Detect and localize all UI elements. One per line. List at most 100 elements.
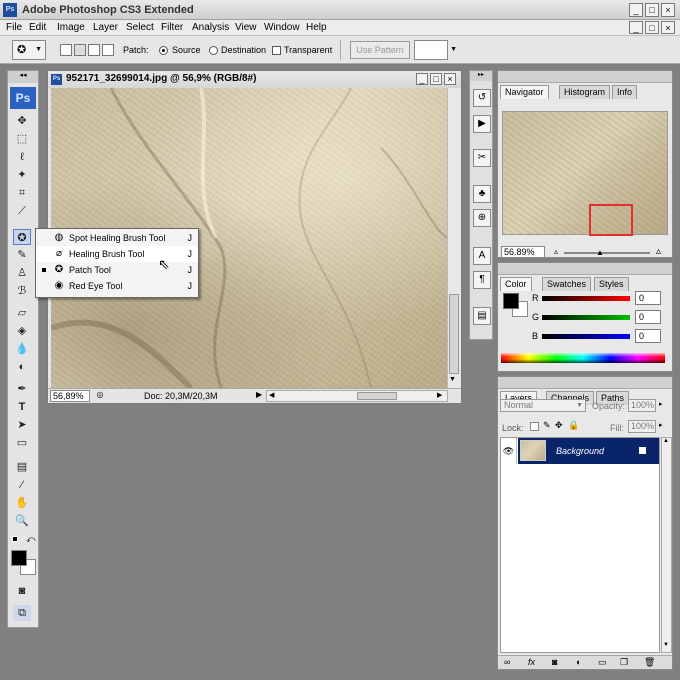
eye-icon[interactable]: 👁 [501, 438, 517, 464]
actions-palette-icon[interactable]: ▶ [473, 115, 491, 133]
red-value[interactable]: 0 [635, 291, 661, 305]
new-layer-icon[interactable]: ❐ [620, 657, 628, 668]
link-layers-icon[interactable]: ∞ [504, 657, 510, 667]
patch-tool-icon[interactable]: ✪ [13, 229, 31, 245]
brush-tool-icon[interactable]: ✎ [13, 247, 31, 263]
panel-grip[interactable] [498, 263, 672, 275]
maximize-button[interactable]: □ [645, 3, 659, 17]
use-pattern-button[interactable]: Use Pattern [350, 41, 410, 59]
panel-grip[interactable] [498, 377, 672, 389]
tool-preset-picker[interactable]: ✪ ▼ [12, 40, 46, 60]
doc-window-close-button[interactable]: × [444, 73, 456, 85]
toolbox-grip[interactable]: ◂◂ [8, 71, 38, 83]
zoom-tool-icon[interactable]: 🔍 [13, 513, 31, 529]
transparent-checkbox[interactable] [272, 46, 281, 55]
zoom-field[interactable]: 56,89% [50, 390, 90, 402]
layer-style-icon[interactable]: fx [528, 657, 535, 667]
scroll-up-icon[interactable]: ▲ [663, 438, 669, 444]
flyout-item-red-eye[interactable]: ◉ Red Eye Tool J [36, 278, 198, 294]
new-group-icon[interactable]: ▭ [598, 657, 607, 668]
lock-position-icon[interactable]: ✥ [555, 420, 563, 431]
scroll-left-icon[interactable]: ◀ [269, 391, 274, 399]
paint-bucket-tool-icon[interactable]: ◈ [13, 323, 31, 339]
delete-layer-icon[interactable]: 🗑 [644, 657, 655, 668]
zoom-out-icon[interactable]: ▵ [554, 247, 558, 256]
add-selection-icon[interactable] [74, 44, 86, 56]
doc-minimize-button[interactable]: _ [629, 21, 643, 34]
opacity-field[interactable]: 100% [628, 399, 656, 412]
adjustment-layer-icon[interactable]: ◐ [576, 657, 581, 667]
eraser-tool-icon[interactable]: ▱ [13, 305, 31, 321]
menu-help[interactable]: Help [306, 22, 327, 33]
blue-slider[interactable] [542, 334, 630, 339]
blur-tool-icon[interactable]: 💧 [13, 341, 31, 357]
tool-presets-icon[interactable]: ✂ [473, 149, 491, 167]
marquee-tool-icon[interactable]: ⬚ [13, 131, 31, 147]
source-radio[interactable] [159, 46, 168, 55]
tab-histogram[interactable]: Histogram [559, 85, 611, 99]
menu-view[interactable]: View [235, 22, 257, 33]
layer-comps-icon[interactable]: ▤ [473, 307, 491, 325]
scroll-right-icon[interactable]: ▶ [437, 391, 442, 399]
status-menu-icon[interactable]: ◎ [94, 390, 106, 402]
menu-edit[interactable]: Edit [29, 22, 46, 33]
crop-tool-icon[interactable]: ⌗ [13, 185, 31, 201]
menu-analysis[interactable]: Analysis [192, 22, 229, 33]
tab-navigator[interactable]: Navigator [500, 85, 549, 99]
lock-all-icon[interactable]: 🔒 [568, 420, 579, 431]
zoom-in-icon[interactable]: ▵ [656, 246, 661, 257]
eyedropper-tool-icon[interactable]: ⁄ [13, 477, 31, 493]
vertical-scrollbar[interactable]: ▼ [447, 88, 460, 388]
hand-tool-icon[interactable]: ✋ [13, 495, 31, 511]
scrollbar-thumb[interactable] [449, 294, 459, 374]
layers-scrollbar[interactable]: ▲ ▼ [661, 437, 672, 653]
ps-logo[interactable]: Ps [10, 87, 36, 109]
path-selection-tool-icon[interactable]: ➤ [13, 417, 31, 433]
menu-window[interactable]: Window [264, 22, 300, 33]
notes-tool-icon[interactable]: ▤ [13, 459, 31, 475]
scroll-down-icon[interactable]: ▼ [663, 642, 669, 648]
tab-swatches[interactable]: Swatches [542, 277, 592, 291]
move-tool-icon[interactable]: ✥ [13, 113, 31, 129]
menu-filter[interactable]: Filter [161, 22, 183, 33]
doc-close-button[interactable]: × [661, 21, 675, 34]
quick-mask-icon[interactable]: ◙ [13, 583, 31, 599]
subtract-selection-icon[interactable] [88, 44, 100, 56]
magic-wand-tool-icon[interactable]: ✦ [13, 167, 31, 183]
green-value[interactable]: 0 [635, 310, 661, 324]
fill-field[interactable]: 100% [628, 420, 656, 433]
tab-styles[interactable]: Styles [594, 277, 629, 291]
swap-colors-icon[interactable]: ⤺ [26, 534, 36, 545]
horizontal-scrollbar[interactable]: ◀ ▶ [266, 390, 448, 402]
lasso-tool-icon[interactable]: ℓ [13, 149, 31, 165]
hscroll-thumb[interactable] [357, 392, 397, 400]
document-title-bar[interactable]: Ps 952171_32699014.jpg @ 56,9% (RGB/8#) … [48, 71, 461, 88]
clone-source-icon[interactable]: ⊕ [473, 209, 491, 227]
opacity-arrow-icon[interactable]: ▸ [659, 400, 663, 408]
zoom-slider-track[interactable] [564, 252, 650, 254]
tab-info[interactable]: Info [612, 85, 638, 99]
layer-mask-icon[interactable]: ◙ [552, 657, 557, 667]
fg-color-swatch[interactable] [503, 293, 519, 309]
menu-image[interactable]: Image [57, 22, 85, 33]
lock-pixels-icon[interactable]: ✎ [543, 420, 551, 431]
destination-radio[interactable] [209, 46, 218, 55]
new-selection-icon[interactable] [60, 44, 72, 56]
flyout-item-spot-healing[interactable]: ◍ Spot Healing Brush Tool J [36, 230, 198, 246]
green-slider[interactable] [542, 315, 630, 320]
color-spectrum-bar[interactable] [501, 353, 665, 363]
navigator-zoom-field[interactable]: 56.89% [501, 246, 545, 258]
red-slider[interactable] [542, 296, 630, 301]
blend-mode-select[interactable]: Normal ▼ [500, 399, 586, 412]
blue-value[interactable]: 0 [635, 329, 661, 343]
tab-color[interactable]: Color [500, 277, 532, 291]
layer-row-background[interactable]: 👁 Background [501, 438, 659, 464]
panel-grip[interactable] [498, 71, 672, 83]
rectangle-tool-icon[interactable]: ▭ [13, 435, 31, 451]
type-tool-icon[interactable]: T [13, 399, 31, 415]
intersect-selection-icon[interactable] [102, 44, 114, 56]
status-arrow-icon[interactable]: ▶ [256, 390, 262, 399]
scroll-down-icon[interactable]: ▼ [449, 376, 456, 383]
paragraph-palette-icon[interactable]: ¶ [473, 271, 491, 289]
close-button[interactable]: × [661, 3, 675, 17]
